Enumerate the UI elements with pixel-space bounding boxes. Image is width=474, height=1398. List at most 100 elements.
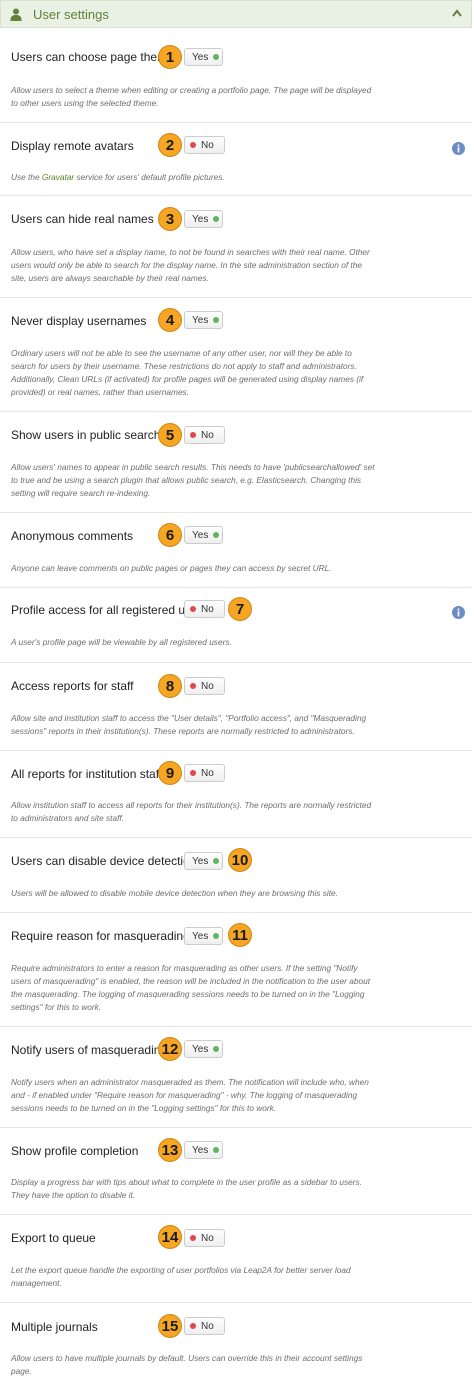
toggle-indicator <box>213 933 220 939</box>
setting-label: Users can choose page themes <box>11 50 180 64</box>
setting-description: Users will be allowed to disable mobile … <box>11 888 338 898</box>
toggle-indicator <box>213 1046 220 1052</box>
setting-label: All reports for institution staff <box>11 767 163 781</box>
toggle-switch[interactable]: Yes <box>184 526 223 544</box>
divider <box>0 1214 472 1215</box>
toggle-indicator <box>190 142 196 148</box>
divider <box>0 1026 472 1027</box>
setting-label: Access reports for staff <box>11 679 134 693</box>
toggle-switch[interactable]: No <box>184 677 225 695</box>
divider <box>0 1302 472 1303</box>
divider <box>0 587 472 588</box>
setting-description: Notify users when an administrator masqu… <box>11 1077 369 1113</box>
toggle-value: Yes <box>192 213 209 225</box>
setting-label: Anonymous comments <box>11 529 134 543</box>
toggle-value: Yes <box>192 529 209 541</box>
callout-badge: 12 <box>158 1037 182 1061</box>
setting-label: Show users in public search <box>11 428 161 442</box>
setting-description: Allow institution staff to access all re… <box>11 800 372 823</box>
callout-badge: 4 <box>158 308 182 332</box>
info-icon[interactable] <box>452 142 465 155</box>
divider <box>0 1127 472 1128</box>
toggle-switch[interactable]: No <box>184 600 225 618</box>
setting-description: Display a progress bar with tips about w… <box>11 1177 362 1200</box>
user-icon <box>10 8 22 21</box>
setting-description: Allow users to select a theme when editi… <box>11 85 372 108</box>
toggle-indicator <box>190 770 196 776</box>
setting-description: Let the export queue handle the exportin… <box>11 1265 351 1288</box>
toggle-indicator <box>213 532 220 538</box>
divider <box>0 297 472 298</box>
setting-label: Never display usernames <box>11 314 147 328</box>
toggle-indicator <box>190 606 196 612</box>
setting-description: A user's profile page will be viewable b… <box>11 637 232 647</box>
setting-label: Users can hide real names <box>11 212 154 226</box>
setting-label: Display remote avatars <box>11 139 134 153</box>
callout-badge: 15 <box>158 1314 182 1338</box>
toggle-switch[interactable]: Yes <box>184 48 223 66</box>
toggle-indicator <box>213 1147 220 1153</box>
setting-description: Allow users, who have set a display name… <box>11 247 370 283</box>
divider <box>0 411 472 412</box>
setting-label: Users can disable device detection <box>11 854 197 868</box>
divider <box>0 837 472 838</box>
toggle-value: Yes <box>192 51 209 63</box>
toggle-switch[interactable]: Yes <box>184 1040 223 1058</box>
divider <box>0 912 472 913</box>
chevron-up-icon[interactable] <box>452 9 462 17</box>
user-settings-header[interactable]: User settings <box>0 0 472 28</box>
setting-description: Ordinary users will not be able to see t… <box>11 348 364 397</box>
setting-label: Export to queue <box>11 1231 96 1245</box>
toggle-value: Yes <box>192 1144 209 1156</box>
divider <box>0 122 472 123</box>
toggle-indicator <box>213 858 220 864</box>
callout-badge: 3 <box>158 207 182 231</box>
callout-badge: 2 <box>158 133 182 157</box>
toggle-switch[interactable]: Yes <box>184 927 223 945</box>
setting-label: Notify users of masquerading <box>11 1043 168 1057</box>
toggle-switch[interactable]: Yes <box>184 1141 223 1159</box>
toggle-value: Yes <box>192 855 209 867</box>
setting-description: Require administrators to enter a reason… <box>11 963 371 1012</box>
toggle-value: Yes <box>192 1043 209 1055</box>
toggle-indicator <box>190 1323 196 1329</box>
setting-label: Show profile completion <box>11 1144 139 1158</box>
toggle-switch[interactable]: No <box>184 1317 225 1335</box>
info-icon[interactable] <box>452 606 465 619</box>
toggle-switch[interactable]: No <box>184 136 225 154</box>
setting-description: Anyone can leave comments on public page… <box>11 563 332 573</box>
divider <box>0 195 472 196</box>
toggle-indicator <box>213 216 220 222</box>
callout-badge: 11 <box>228 923 252 947</box>
toggle-indicator <box>190 1235 196 1241</box>
callout-badge: 6 <box>158 523 182 547</box>
divider <box>0 662 472 663</box>
toggle-value: No <box>201 429 214 441</box>
divider <box>0 512 472 513</box>
callout-badge: 13 <box>158 1138 182 1162</box>
toggle-switch[interactable]: No <box>184 1229 225 1247</box>
toggle-value: No <box>201 139 214 151</box>
setting-label: Require reason for masquerading <box>11 929 190 943</box>
divider <box>0 750 472 751</box>
toggle-switch[interactable]: Yes <box>184 852 223 870</box>
toggle-indicator <box>190 683 196 689</box>
toggle-value: No <box>201 680 214 692</box>
toggle-value: Yes <box>192 314 209 326</box>
callout-badge: 8 <box>158 674 182 698</box>
callout-badge: 10 <box>228 848 252 872</box>
setting-description: Allow users to have multiple journals by… <box>11 1353 363 1376</box>
setting-description: Allow users' names to appear in public s… <box>11 462 375 498</box>
toggle-value: No <box>201 1320 214 1332</box>
toggle-value: No <box>201 767 214 779</box>
toggle-indicator <box>213 317 220 323</box>
toggle-switch[interactable]: Yes <box>184 210 223 228</box>
toggle-indicator <box>213 54 220 60</box>
toggle-switch[interactable]: No <box>184 426 225 444</box>
toggle-switch[interactable]: Yes <box>184 311 223 329</box>
setting-label: Profile access for all registered users <box>11 603 208 617</box>
callout-badge: 1 <box>158 45 182 69</box>
toggle-switch[interactable]: No <box>184 764 225 782</box>
setting-description: Use the Gravatar service for users' defa… <box>11 172 225 182</box>
gravatar-link[interactable]: Gravatar <box>42 172 74 182</box>
